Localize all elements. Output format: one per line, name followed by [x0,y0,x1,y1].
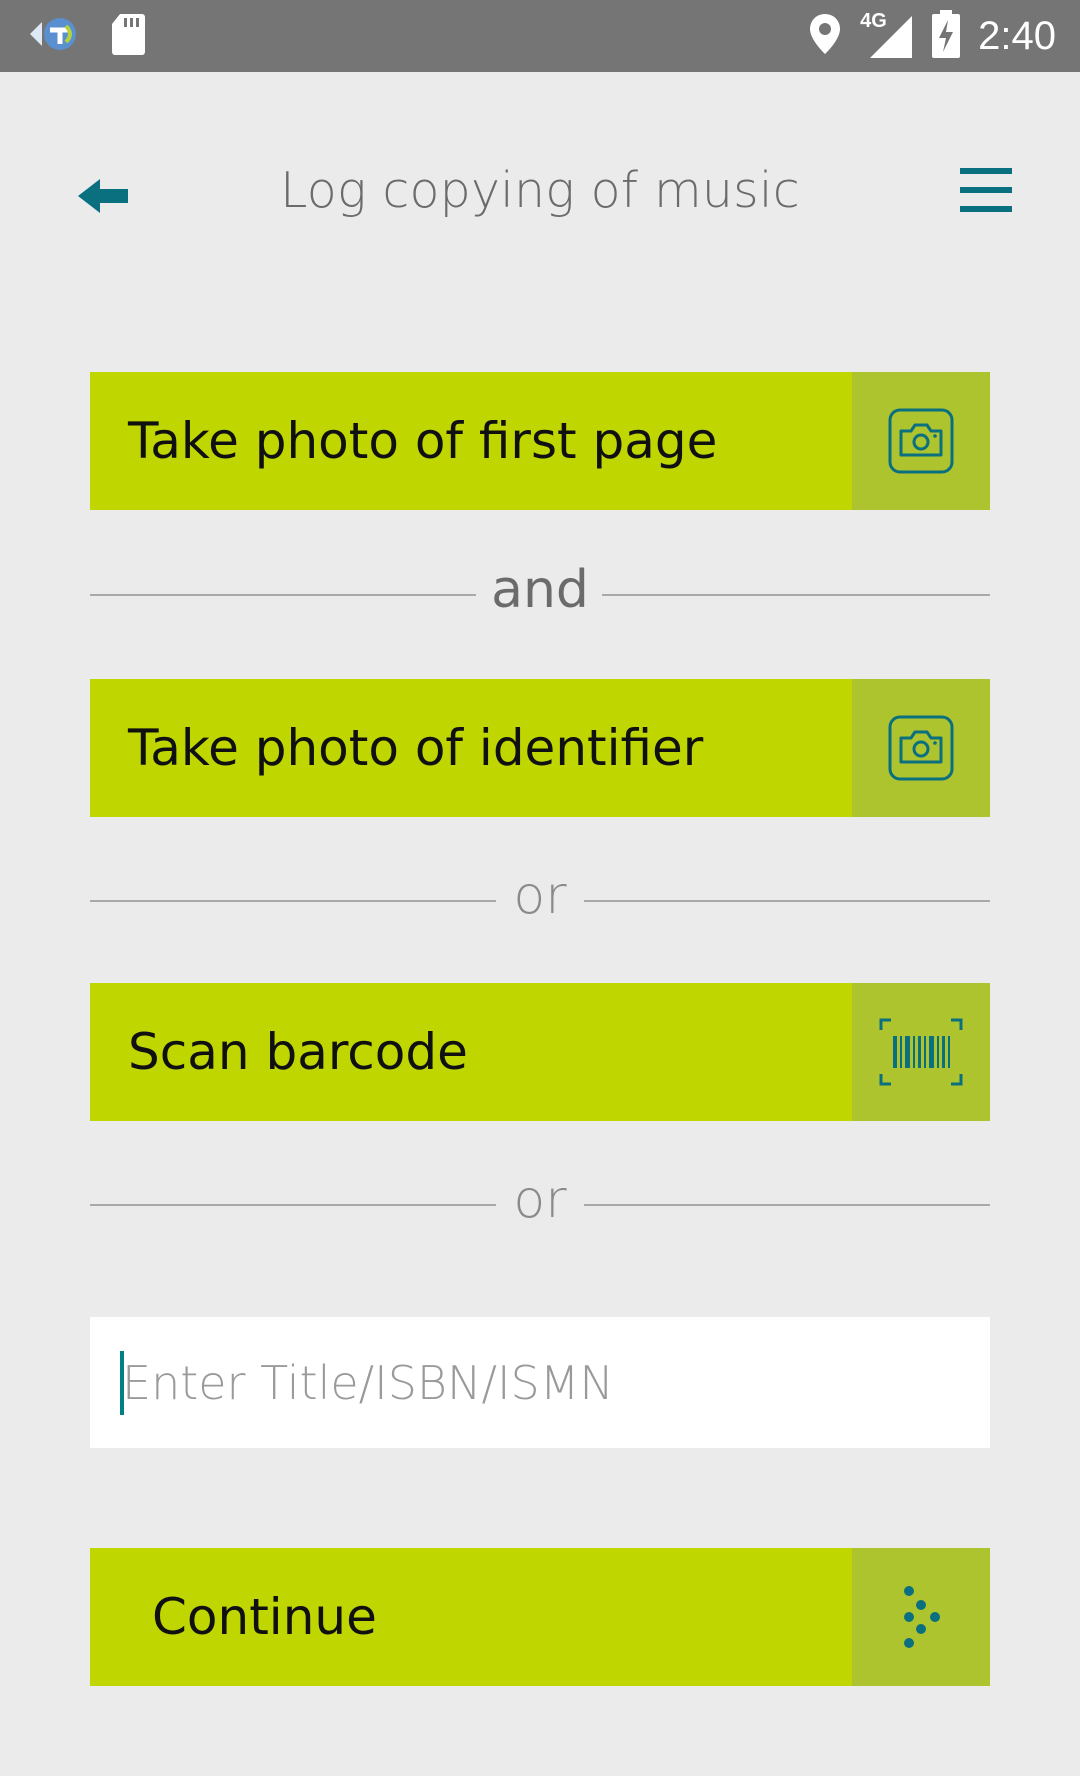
camera-icon [888,715,954,781]
separator-or: or [90,860,990,940]
separator-line-right [584,1204,990,1206]
separator-and: and [90,554,990,634]
app-bar: Log copying of music [0,72,1080,312]
signal-icon: 4G [860,10,914,60]
app-notification-icon [26,12,82,60]
separator-or-text: or [513,1170,567,1230]
separator-line-right [602,594,990,596]
camera-icon-box[interactable] [852,372,990,510]
separator-line-right [584,900,990,902]
location-icon [808,12,842,60]
take-photo-identifier-button[interactable]: Take photo of identifier [90,679,990,817]
battery-charging-icon [932,10,961,62]
take-photo-first-page-label: Take photo of first page [128,412,718,470]
continue-icon-box[interactable] [852,1548,990,1686]
page-title: Log copying of music [280,162,800,219]
camera-icon [888,408,954,474]
camera-icon-box[interactable] [852,679,990,817]
menu-button[interactable] [960,164,1020,224]
title-isbn-ismn-field[interactable] [90,1317,990,1448]
status-time: 2:40 [978,13,1056,58]
separator-or: or [90,1164,990,1244]
continue-button[interactable]: Continue [90,1548,990,1686]
take-photo-identifier-label: Take photo of identifier [128,719,704,777]
continue-label: Continue [152,1588,377,1646]
title-isbn-ismn-input[interactable] [90,1317,990,1448]
scan-barcode-label: Scan barcode [128,1023,468,1081]
barcode-icon-box[interactable] [852,983,990,1121]
status-bar: 4G 2:40 [0,0,1080,72]
barcode-icon [879,1018,963,1086]
scan-barcode-button[interactable]: Scan barcode [90,983,990,1121]
text-cursor [120,1351,124,1415]
sd-card-icon [110,12,146,60]
separator-and-text: and [491,560,589,620]
take-photo-first-page-button[interactable]: Take photo of first page [90,372,990,510]
separator-or-text: or [513,866,567,926]
hamburger-menu-icon [960,168,1012,212]
dots-arrow-icon [904,1586,940,1648]
